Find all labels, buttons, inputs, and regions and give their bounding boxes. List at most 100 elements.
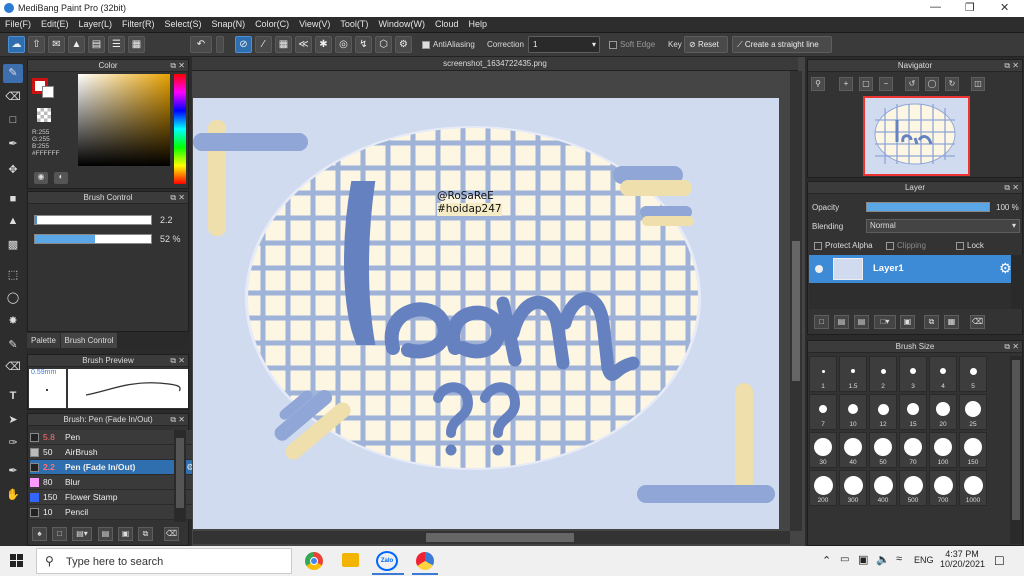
menu-layer[interactable]: Layer(L) bbox=[74, 17, 118, 31]
brush-item-airbrush[interactable]: 50 AirBrush bbox=[30, 445, 198, 460]
panel-close-icon[interactable]: ⧉ ✕ bbox=[1004, 341, 1019, 353]
menu-cloud[interactable]: Cloud bbox=[430, 17, 464, 31]
panel-close-icon[interactable]: ⧉ ✕ bbox=[170, 60, 185, 72]
share-icon[interactable]: ▲ bbox=[68, 36, 85, 53]
snap-off-icon[interactable]: ⊘ bbox=[235, 36, 252, 53]
pen-tool-icon[interactable]: ✒ bbox=[3, 135, 23, 154]
secondary-color-swatch[interactable] bbox=[42, 86, 54, 98]
snap-settings-icon[interactable]: ⚙ bbox=[395, 36, 412, 53]
brush-size-cell[interactable]: 5 bbox=[959, 356, 987, 392]
rotate-reset-icon[interactable]: ◯ bbox=[925, 77, 939, 91]
brush-size-scrollbar[interactable] bbox=[1010, 356, 1022, 544]
notification-icon[interactable]: ☐ bbox=[994, 554, 1005, 568]
brush-opacity-slider[interactable] bbox=[34, 234, 152, 244]
layer-opacity-slider[interactable] bbox=[866, 202, 990, 212]
eraser-tool-icon[interactable]: ⌫ bbox=[3, 88, 23, 107]
rectangle-tool-icon[interactable]: □ bbox=[3, 111, 23, 130]
folder-icon[interactable]: ▣ bbox=[900, 315, 915, 329]
brush-size-cell[interactable]: 70 bbox=[899, 432, 927, 468]
lock-checkbox[interactable]: Lock bbox=[956, 241, 984, 250]
menu-filter[interactable]: Filter(R) bbox=[117, 17, 160, 31]
select-rect-tool-icon[interactable]: ⬚ bbox=[3, 266, 23, 285]
snap-polygon-icon[interactable]: ⬡ bbox=[375, 36, 392, 53]
brush-size-cell[interactable]: 150 bbox=[959, 432, 987, 468]
brush-size-cell[interactable]: 15 bbox=[899, 394, 927, 430]
protect-alpha-checkbox[interactable]: Protect Alpha bbox=[814, 241, 873, 250]
eye-icon[interactable] bbox=[815, 265, 823, 273]
restore-icon[interactable]: ❐ bbox=[965, 1, 975, 14]
canvas-vertical-scrollbar[interactable] bbox=[790, 71, 802, 531]
menu-tool[interactable]: Tool(T) bbox=[335, 17, 373, 31]
select-eraser-tool-icon[interactable]: ⌫ bbox=[3, 358, 23, 377]
menu-color[interactable]: Color(C) bbox=[250, 17, 294, 31]
canvas-horizontal-scrollbar[interactable] bbox=[193, 531, 790, 544]
eyedropper-tool-icon[interactable]: ✒ bbox=[3, 462, 23, 481]
zalo-icon[interactable]: Zalo bbox=[376, 551, 398, 571]
taskbar-search[interactable]: ⚲ Type here to search bbox=[36, 548, 292, 574]
swap-color-icon[interactable]: ◐ bbox=[54, 172, 68, 184]
menu-help[interactable]: Help bbox=[463, 17, 492, 31]
cloud-icon[interactable]: ☁ bbox=[8, 36, 25, 53]
brush-size-cell[interactable]: 30 bbox=[809, 432, 837, 468]
upload-icon[interactable]: ⇧ bbox=[28, 36, 45, 53]
zoom-fit-icon[interactable]: ⚲ bbox=[811, 77, 825, 91]
add-brush-icon[interactable]: ♠ bbox=[32, 527, 47, 541]
list-icon[interactable]: ☰ bbox=[108, 36, 125, 53]
palette-icon[interactable]: ◉ bbox=[34, 172, 48, 184]
trash-icon[interactable]: ⌫ bbox=[970, 315, 985, 329]
volume-icon[interactable]: 🔈 bbox=[876, 553, 890, 566]
medibang-taskbar-icon[interactable] bbox=[416, 552, 434, 570]
brush-size-cell[interactable]: 500 bbox=[899, 470, 927, 506]
rotate-right-icon[interactable]: ↻ bbox=[945, 77, 959, 91]
clock[interactable]: 4:37 PM 10/20/2021 bbox=[940, 549, 985, 569]
brush-size-cell[interactable]: 20 bbox=[929, 394, 957, 430]
brush-size-cell[interactable]: 1.5 bbox=[839, 356, 867, 392]
snap-radial-icon[interactable]: ✱ bbox=[315, 36, 332, 53]
panel-close-icon[interactable]: ⧉ ✕ bbox=[170, 414, 185, 426]
battery-icon[interactable]: ▭ bbox=[840, 554, 849, 565]
import-brush-icon[interactable]: ▤ bbox=[98, 527, 113, 541]
blending-select[interactable]: Normal ▾ bbox=[866, 219, 1020, 233]
bucket-tool-icon[interactable]: ▲ bbox=[3, 212, 23, 231]
dropper-tool-icon[interactable]: ✑ bbox=[3, 434, 23, 453]
menu-select[interactable]: Select(S) bbox=[160, 17, 207, 31]
hand-tool-icon[interactable]: ✋ bbox=[3, 486, 23, 505]
brush-item-pencil[interactable]: 10 Pencil bbox=[30, 505, 198, 520]
antialiasing-checkbox[interactable]: AntiAliasing bbox=[422, 40, 475, 49]
brush-size-cell[interactable]: 100 bbox=[929, 432, 957, 468]
soft-edge-checkbox[interactable]: Soft Edge bbox=[609, 40, 655, 49]
fill-rect-tool-icon[interactable]: ■ bbox=[3, 190, 23, 209]
brush-item-pen-fade[interactable]: 2.2 Pen (Fade In/Out) ⚙ bbox=[30, 460, 198, 475]
saturation-value-picker[interactable] bbox=[78, 74, 170, 166]
menu-snap[interactable]: Snap(N) bbox=[207, 17, 251, 31]
flip-icon[interactable]: ◫ bbox=[971, 77, 985, 91]
panel-close-icon[interactable]: ⧉ ✕ bbox=[1004, 182, 1019, 194]
layer-row[interactable]: Layer1 ⚙ bbox=[809, 255, 1023, 283]
reset-button[interactable]: ⊘ Reset bbox=[684, 36, 728, 53]
zoom-out-icon[interactable]: − bbox=[879, 77, 893, 91]
menu-edit[interactable]: Edit(E) bbox=[36, 17, 74, 31]
brush-size-cell[interactable]: 300 bbox=[839, 470, 867, 506]
chrome-icon[interactable] bbox=[305, 552, 323, 570]
layer-scrollbar[interactable] bbox=[1011, 255, 1023, 309]
windows-start-icon[interactable] bbox=[10, 554, 24, 568]
drawing-canvas[interactable]: @RoSaReE #hoidap247 bbox=[193, 98, 779, 529]
undo-icon[interactable]: ↶ bbox=[190, 36, 212, 53]
menu-view[interactable]: View(V) bbox=[294, 17, 335, 31]
snap-grid-icon[interactable]: ▦ bbox=[275, 36, 292, 53]
menu-window[interactable]: Window(W) bbox=[373, 17, 430, 31]
brush-list-scrollbar[interactable] bbox=[174, 430, 186, 522]
brush-size-cell[interactable]: 1000 bbox=[959, 470, 987, 506]
navigator-thumbnail[interactable] bbox=[863, 96, 970, 176]
gear-icon[interactable]: ⚙ bbox=[999, 260, 1012, 277]
brush-size-cell[interactable]: 4 bbox=[929, 356, 957, 392]
brush-size-cell[interactable]: 7 bbox=[809, 394, 837, 430]
tab-brush-control[interactable]: Brush Control bbox=[61, 333, 117, 348]
redo-icon[interactable] bbox=[216, 36, 224, 53]
brush-size-cell[interactable]: 50 bbox=[869, 432, 897, 468]
file-explorer-icon[interactable] bbox=[342, 553, 359, 567]
tab-palette[interactable]: Palette bbox=[27, 333, 60, 348]
brush-item-flower-stamp[interactable]: 150 Flower Stamp bbox=[30, 490, 198, 505]
snap-curve-icon[interactable]: ↯ bbox=[355, 36, 372, 53]
new-halftone-layer-icon[interactable]: ▤ bbox=[834, 315, 849, 329]
